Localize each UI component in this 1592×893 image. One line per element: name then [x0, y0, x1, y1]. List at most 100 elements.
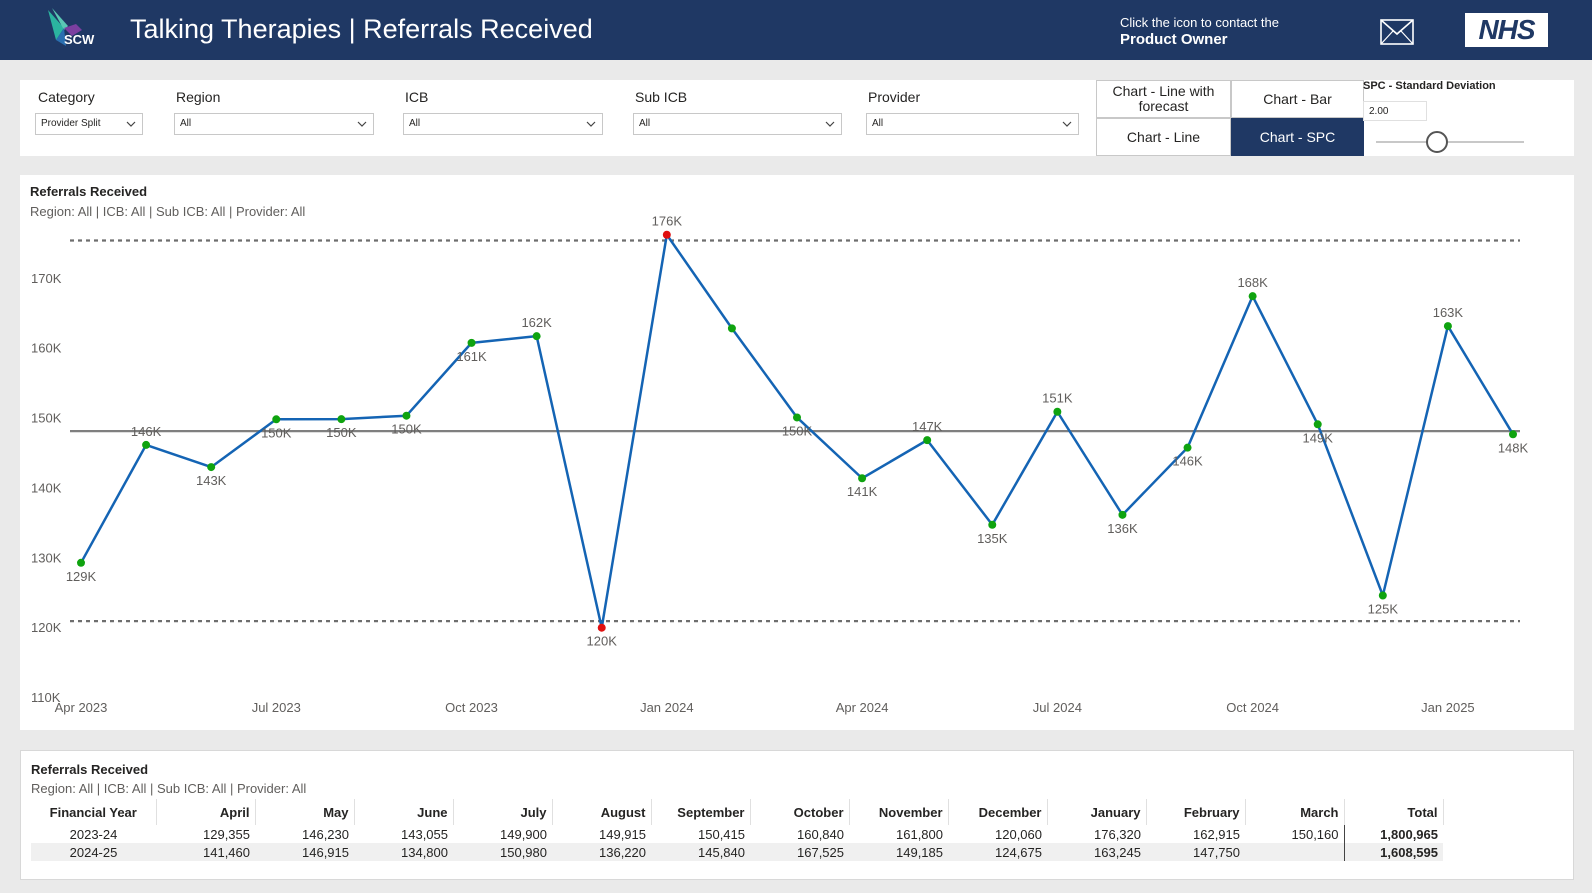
column-header[interactable]: August	[552, 799, 652, 825]
y-tick-label: 140K	[31, 480, 62, 495]
provider-dropdown[interactable]: All	[866, 113, 1079, 135]
data-point	[1443, 322, 1452, 331]
column-header[interactable]: May	[255, 799, 355, 825]
column-header[interactable]: January	[1047, 799, 1147, 825]
region-value: All	[180, 118, 192, 129]
table-cell: 161,800	[896, 826, 943, 842]
x-tick-label: Oct 2023	[445, 700, 498, 715]
spc-sd-slider-track[interactable]	[1376, 141, 1524, 143]
table-cell: 146,915	[255, 843, 354, 861]
chart-spc-button[interactable]: Chart - SPC	[1231, 118, 1364, 156]
data-label: 120K	[587, 634, 618, 649]
chevron-down-icon	[1062, 121, 1072, 127]
table-cell: 145,840	[651, 843, 750, 861]
chart-line-button[interactable]: Chart - Line	[1096, 118, 1231, 156]
data-label: 162K	[521, 315, 552, 330]
page-title: Talking Therapies | Referrals Received	[130, 14, 593, 44]
x-tick-label: Jan 2025	[1421, 700, 1475, 715]
provider-label: Provider	[868, 89, 921, 105]
data-point	[858, 474, 867, 483]
spc-line-chart: 110K120K130K140K150K160K170KApr 2023 Jul …	[31, 214, 1529, 715]
icb-dropdown[interactable]: All	[403, 113, 603, 135]
column-header[interactable]: December	[948, 799, 1048, 825]
data-label: 168K	[1237, 275, 1268, 290]
table-cell: 120,060	[995, 826, 1042, 842]
nhs-logo-text: NHS	[1478, 14, 1535, 45]
region-dropdown[interactable]: All	[174, 113, 374, 135]
column-header[interactable]: September	[651, 799, 751, 825]
x-tick-label: Jan 2024	[640, 700, 694, 715]
x-tick-label: Oct 2024	[1226, 700, 1279, 715]
x-tick-label: Jul 2024	[1033, 700, 1082, 715]
data-point	[1313, 420, 1322, 429]
data-label: 135K	[977, 531, 1008, 546]
data-point	[142, 440, 151, 449]
data-label: 161K	[456, 349, 487, 364]
icb-label: ICB	[405, 89, 429, 105]
mail-icon[interactable]	[1380, 17, 1414, 47]
data-label: 150K	[261, 425, 292, 440]
table-cell: 146,230	[302, 826, 349, 842]
chart-line-forecast-button[interactable]: Chart - Line with forecast	[1096, 80, 1231, 118]
data-point	[988, 520, 997, 529]
column-header[interactable]: July	[453, 799, 553, 825]
data-point	[1248, 292, 1257, 301]
icb-value: All	[409, 118, 421, 129]
chevron-down-icon	[126, 121, 136, 127]
table-row: 2023-24 129,355 146,230 143,055 149,900 149,9…	[31, 825, 1443, 843]
data-label: 148K	[1498, 440, 1529, 455]
category-value: Provider Split	[41, 118, 101, 129]
table-subtitle: Region: All | ICB: All | Sub ICB: All | …	[31, 781, 307, 796]
sub-icb-value: All	[639, 118, 651, 129]
column-header[interactable]: Total	[1344, 799, 1444, 825]
column-header[interactable]: October	[750, 799, 850, 825]
table-cell: 149,900	[500, 826, 547, 842]
scw-logo-text: SCW	[64, 32, 95, 47]
chart-panel: Referrals Received Region: All | ICB: Al…	[20, 175, 1574, 730]
data-point	[77, 558, 85, 567]
table-cell: 143,055	[401, 826, 448, 842]
chart-bar-button[interactable]: Chart - Bar	[1231, 80, 1364, 118]
data-label: 150K	[391, 422, 422, 437]
chevron-down-icon	[586, 121, 596, 127]
table-row: 2024-25 141,460 146,915 134,800 150,980 136,2…	[31, 843, 1443, 861]
data-point	[207, 463, 216, 472]
data-label: 150K	[326, 425, 357, 440]
column-header[interactable]: November	[849, 799, 949, 825]
data-point	[402, 411, 411, 420]
spc-sd-input[interactable]: 2.00	[1363, 101, 1427, 121]
data-point	[923, 436, 932, 445]
data-point	[532, 332, 541, 341]
column-header[interactable]: April	[156, 799, 256, 825]
data-label: 163K	[1433, 305, 1464, 320]
table-cell: 141,460	[156, 843, 255, 861]
category-dropdown[interactable]: Provider Split	[35, 113, 143, 135]
category-label: Category	[38, 89, 95, 105]
table-cell: 163,245	[1047, 843, 1146, 861]
table-cell: 147,750	[1146, 843, 1245, 861]
table-cell: 134,800	[354, 843, 453, 861]
table-cell: 149,185	[849, 843, 948, 861]
table-cell: 149,915	[599, 826, 646, 842]
data-point	[337, 415, 346, 424]
nhs-logo: NHS	[1465, 13, 1548, 47]
table-header-row: Financial Year April May June July August Sept…	[31, 799, 1444, 825]
data-point	[1053, 407, 1062, 416]
sub-icb-dropdown[interactable]: All	[633, 113, 842, 135]
column-header[interactable]: Financial Year	[31, 799, 157, 825]
table-cell: 1,800,965	[1343, 825, 1443, 843]
column-header[interactable]: June	[354, 799, 454, 825]
table-cell: 1,608,595	[1343, 843, 1443, 861]
spc-sd-slider-thumb[interactable]	[1426, 131, 1448, 153]
column-header[interactable]: March	[1245, 799, 1345, 825]
data-label: 125K	[1368, 601, 1399, 616]
region-label: Region	[176, 89, 221, 105]
data-point	[793, 413, 801, 422]
data-point	[597, 623, 606, 632]
data-label: 149K	[1303, 430, 1334, 445]
column-header[interactable]: February	[1146, 799, 1246, 825]
x-tick-label: Apr 2024	[836, 700, 889, 715]
data-label: 151K	[1042, 391, 1073, 406]
data-label: 146K	[131, 424, 162, 439]
provider-value: All	[872, 118, 884, 129]
